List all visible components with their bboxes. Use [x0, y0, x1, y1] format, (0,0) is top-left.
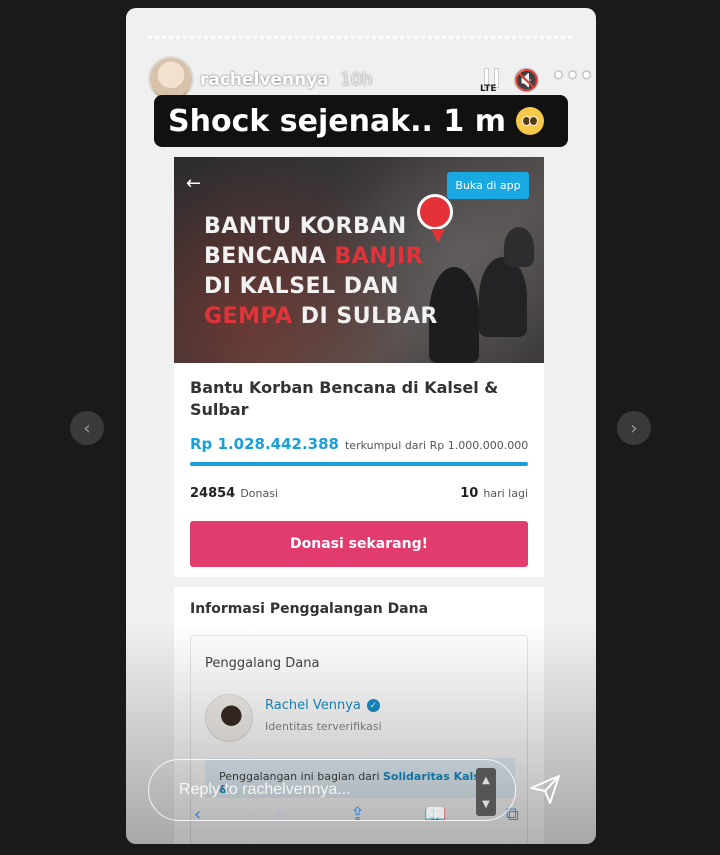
fundraiser-name[interactable]: Rachel Vennya ✓ [265, 698, 380, 713]
chevron-left-icon: ‹ [83, 417, 91, 439]
funding-progress-bar [190, 462, 528, 466]
verified-check-icon: ✓ [366, 699, 380, 712]
days-left-label: hari lagi [483, 487, 528, 500]
back-arrow-icon[interactable]: ← [186, 173, 201, 194]
campaign-card: ← Buka di app BANTU KORBAN BENCANA BANJI… [174, 157, 544, 577]
pleading-face-icon [515, 107, 544, 135]
more-options-icon[interactable]: ••• [552, 64, 594, 89]
story-caption: Shock sejenak.. 1 m [154, 95, 568, 147]
amount-target: terkumpul dari Rp 1.000.000.000 [344, 439, 529, 452]
verified-status: Identitas terverifikasi [265, 720, 382, 733]
donors-label: Donasi [240, 487, 279, 500]
username[interactable]: rachelvennya [200, 70, 329, 90]
campaign-banner: ← Buka di app BANTU KORBAN BENCANA BANJI… [174, 157, 544, 363]
post-time: 10h [340, 70, 373, 90]
info-section-title: Informasi Penggalangan Dana [190, 601, 429, 617]
fundraiser-avatar [205, 694, 253, 742]
previous-story-button[interactable]: ‹ [70, 411, 104, 445]
story-viewer: rachelvennya 10h LTE 🔇 ••• Shock sejenak… [126, 8, 596, 844]
days-left-count: 10 [460, 486, 479, 501]
chevron-right-icon: › [630, 417, 638, 439]
campaign-stats: 24854 Donasi 10 hari lagi [190, 482, 528, 501]
amount-raised: Rp 1.028.442.388 [190, 435, 339, 453]
donate-button[interactable]: Donasi sekarang! [190, 521, 528, 567]
next-story-button[interactable]: › [617, 411, 651, 445]
send-icon[interactable] [528, 772, 562, 806]
mute-icon[interactable]: 🔇 [514, 68, 539, 92]
caption-text: Shock sejenak.. 1 m [168, 103, 506, 139]
open-in-app-button[interactable]: Buka di app [447, 172, 529, 199]
reply-input[interactable] [148, 759, 516, 821]
donors-count: 24854 [190, 486, 236, 501]
banner-headline: BANTU KORBAN BENCANA BANJIR DI KALSEL DA… [204, 214, 438, 329]
fundraiser-label: Penggalang Dana [205, 656, 320, 671]
network-status: LTE [480, 84, 497, 94]
campaign-title: Bantu Korban Bencana di Kalsel & Sulbar [190, 378, 499, 419]
story-progress-bar [148, 36, 574, 39]
funding-summary: Rp 1.028.442.388 terkumpul dari Rp 1.000… [190, 435, 528, 453]
